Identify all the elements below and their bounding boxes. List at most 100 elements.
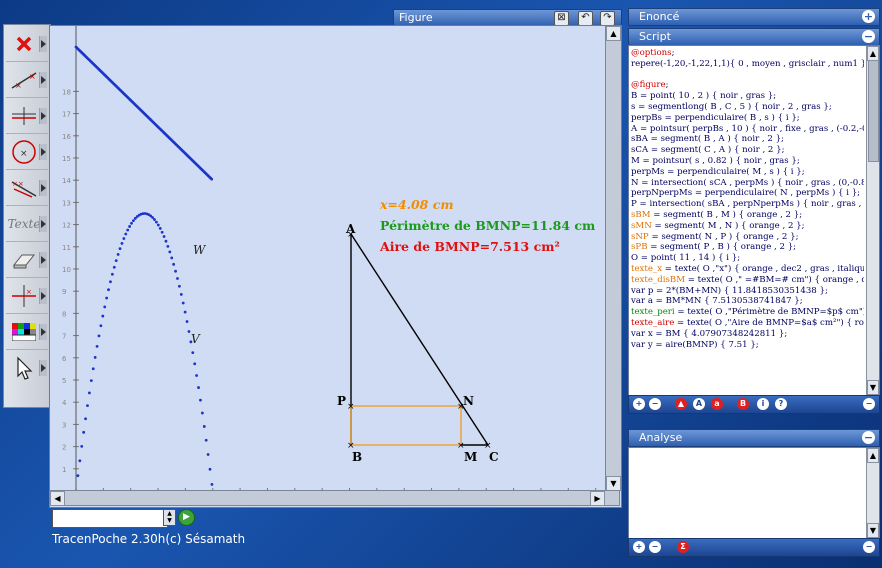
y-tick-label: 11 bbox=[62, 244, 71, 252]
script-text[interactable]: @options; repere(-1,20,-1,22,1,1){ 0 , m… bbox=[631, 48, 864, 350]
curve-v-point bbox=[93, 355, 97, 359]
y-tick-label: 3 bbox=[62, 421, 66, 429]
panel-enonce-header[interactable]: Enoncé + bbox=[628, 8, 880, 26]
curve-v-point bbox=[95, 344, 99, 348]
curve-v-point bbox=[200, 411, 204, 415]
script-token: = texte( O ," =#BM=# cm") { orange , de bbox=[685, 274, 864, 285]
scroll-right-icon[interactable]: ▶ bbox=[590, 491, 605, 506]
expand-arrow-icon[interactable] bbox=[39, 324, 47, 340]
analyse-area[interactable]: ▲ ▼ bbox=[628, 447, 880, 539]
label-point-b: B bbox=[352, 450, 362, 464]
tool-segment[interactable]: × × bbox=[6, 63, 48, 98]
scroll-up-icon[interactable]: ▲ bbox=[867, 46, 879, 61]
command-spinner[interactable]: ▲ ▼ bbox=[163, 509, 176, 526]
tool-eraser[interactable] bbox=[6, 243, 48, 278]
expand-arrow-icon[interactable] bbox=[39, 108, 47, 124]
panel-analyse-header[interactable]: Analyse − bbox=[628, 429, 880, 447]
remove-icon[interactable]: − bbox=[649, 398, 661, 410]
tool-measure[interactable]: ×× bbox=[6, 171, 48, 206]
add-icon[interactable]: + bbox=[633, 398, 645, 410]
expand-arrow-icon[interactable] bbox=[39, 144, 47, 160]
figure-canvas[interactable]: 12345678910111213141516171819 1234567891… bbox=[49, 25, 622, 508]
tool-perpendicular[interactable] bbox=[6, 99, 48, 134]
format-icon[interactable]: B bbox=[737, 398, 749, 410]
auto-icon[interactable]: a bbox=[711, 398, 723, 410]
expand-plus-icon[interactable]: + bbox=[862, 10, 875, 23]
tool-colors[interactable] bbox=[6, 315, 48, 350]
script-token: var y = aire(BMNP) { 7.51 }; bbox=[631, 339, 759, 350]
y-tick-label: 15 bbox=[62, 155, 71, 163]
script-line: var y = aire(BMNP) { 7.51 }; bbox=[631, 340, 864, 351]
panel-script-header[interactable]: Script − bbox=[628, 28, 880, 46]
collapse-minus-icon[interactable]: − bbox=[863, 398, 875, 410]
script-line: texte_x = texte( O ,"x") { orange , dec2… bbox=[631, 264, 864, 275]
warning-icon[interactable]: ▲ bbox=[675, 398, 687, 410]
curve-w-point bbox=[210, 177, 214, 181]
segment-ca bbox=[350, 233, 489, 446]
analyse-vertical-scrollbar[interactable]: ▲ ▼ bbox=[866, 448, 879, 538]
figure-vertical-scrollbar[interactable]: ▲ ▼ bbox=[605, 26, 621, 491]
scroll-up-icon[interactable]: ▲ bbox=[867, 448, 879, 463]
tool-delete[interactable] bbox=[6, 27, 48, 62]
y-tick-label: 17 bbox=[62, 111, 71, 119]
script-toolbar: + − ▲ A a B i ? − bbox=[628, 395, 880, 414]
expand-arrow-icon[interactable] bbox=[39, 72, 47, 88]
curve-label-v: V bbox=[191, 332, 201, 346]
scroll-up-icon[interactable]: ▲ bbox=[606, 26, 621, 41]
collapse-minus-icon[interactable]: − bbox=[863, 541, 875, 553]
script-token: O = point( 11 , 14 ) { i }; bbox=[631, 253, 741, 264]
label-point-a: A bbox=[345, 222, 356, 236]
undo-button[interactable]: ↶ bbox=[578, 11, 593, 26]
redo-button[interactable]: ↷ bbox=[600, 11, 615, 26]
expand-arrow-icon[interactable] bbox=[39, 360, 47, 376]
pointer-arrow-icon bbox=[8, 353, 40, 383]
curve-v-point bbox=[78, 459, 82, 463]
curve-v-point bbox=[187, 330, 191, 333]
expand-arrow-icon[interactable] bbox=[39, 180, 47, 196]
scroll-down-icon[interactable]: ▼ bbox=[867, 523, 879, 538]
expand-arrow-icon[interactable] bbox=[39, 288, 47, 304]
script-token: var x = BM { 4.07907348242811 }; bbox=[631, 328, 788, 339]
scroll-thumb[interactable] bbox=[868, 60, 879, 162]
script-line: N = intersection( sCA , perpMs ) { noir … bbox=[631, 178, 864, 189]
scroll-left-icon[interactable]: ◀ bbox=[50, 491, 65, 506]
help-icon[interactable]: ? bbox=[775, 398, 787, 410]
y-tick-label: 12 bbox=[62, 222, 71, 230]
script-editor[interactable]: @options; repere(-1,20,-1,22,1,1){ 0 , m… bbox=[628, 45, 880, 396]
info-icon[interactable]: i bbox=[757, 398, 769, 410]
curve-v-point bbox=[122, 237, 126, 240]
figure-fit-button[interactable]: ⊠ bbox=[554, 11, 569, 26]
command-input[interactable] bbox=[52, 509, 168, 528]
expand-arrow-icon[interactable] bbox=[39, 252, 47, 268]
scroll-down-icon[interactable]: ▼ bbox=[867, 380, 879, 395]
tool-text[interactable]: Texte bbox=[6, 207, 48, 242]
expand-arrow-icon[interactable] bbox=[39, 36, 47, 52]
curve-v-point bbox=[103, 305, 107, 309]
script-token: = segment( M , N ) { orange , 2 }; bbox=[651, 220, 805, 231]
sigma-icon[interactable]: Σ bbox=[677, 541, 689, 553]
curve-v-point bbox=[168, 250, 172, 254]
figure-horizontal-scrollbar[interactable]: ◀ ▶ bbox=[49, 490, 620, 506]
y-tick-label: 7 bbox=[62, 333, 66, 341]
script-line: var x = BM { 4.07907348242811 }; bbox=[631, 329, 864, 340]
label-point-m: M bbox=[464, 450, 477, 464]
tool-circle[interactable]: × bbox=[6, 135, 48, 170]
tool-pointer[interactable] bbox=[6, 351, 48, 385]
font-size-icon[interactable]: A bbox=[693, 398, 705, 410]
y-tick-label: 1 bbox=[62, 466, 66, 474]
curve-v-point bbox=[114, 259, 118, 263]
collapse-minus-icon[interactable]: − bbox=[862, 431, 875, 444]
y-tick-label: 4 bbox=[62, 399, 67, 407]
execute-button[interactable]: ▶ bbox=[178, 509, 195, 526]
collapse-minus-icon[interactable]: − bbox=[862, 30, 875, 43]
script-vertical-scrollbar[interactable]: ▲ ▼ bbox=[866, 46, 879, 395]
expand-arrow-icon[interactable] bbox=[39, 216, 47, 232]
add-icon[interactable]: + bbox=[633, 541, 645, 553]
remove-icon[interactable]: − bbox=[649, 541, 661, 553]
curve-v-point bbox=[124, 232, 128, 236]
analyse-toolbar: + − Σ − bbox=[628, 538, 880, 557]
scroll-down-icon[interactable]: ▼ bbox=[606, 476, 621, 491]
curve-v-point bbox=[128, 225, 132, 228]
segment-icon: × × bbox=[8, 65, 40, 95]
tool-transform[interactable]: × bbox=[6, 279, 48, 314]
